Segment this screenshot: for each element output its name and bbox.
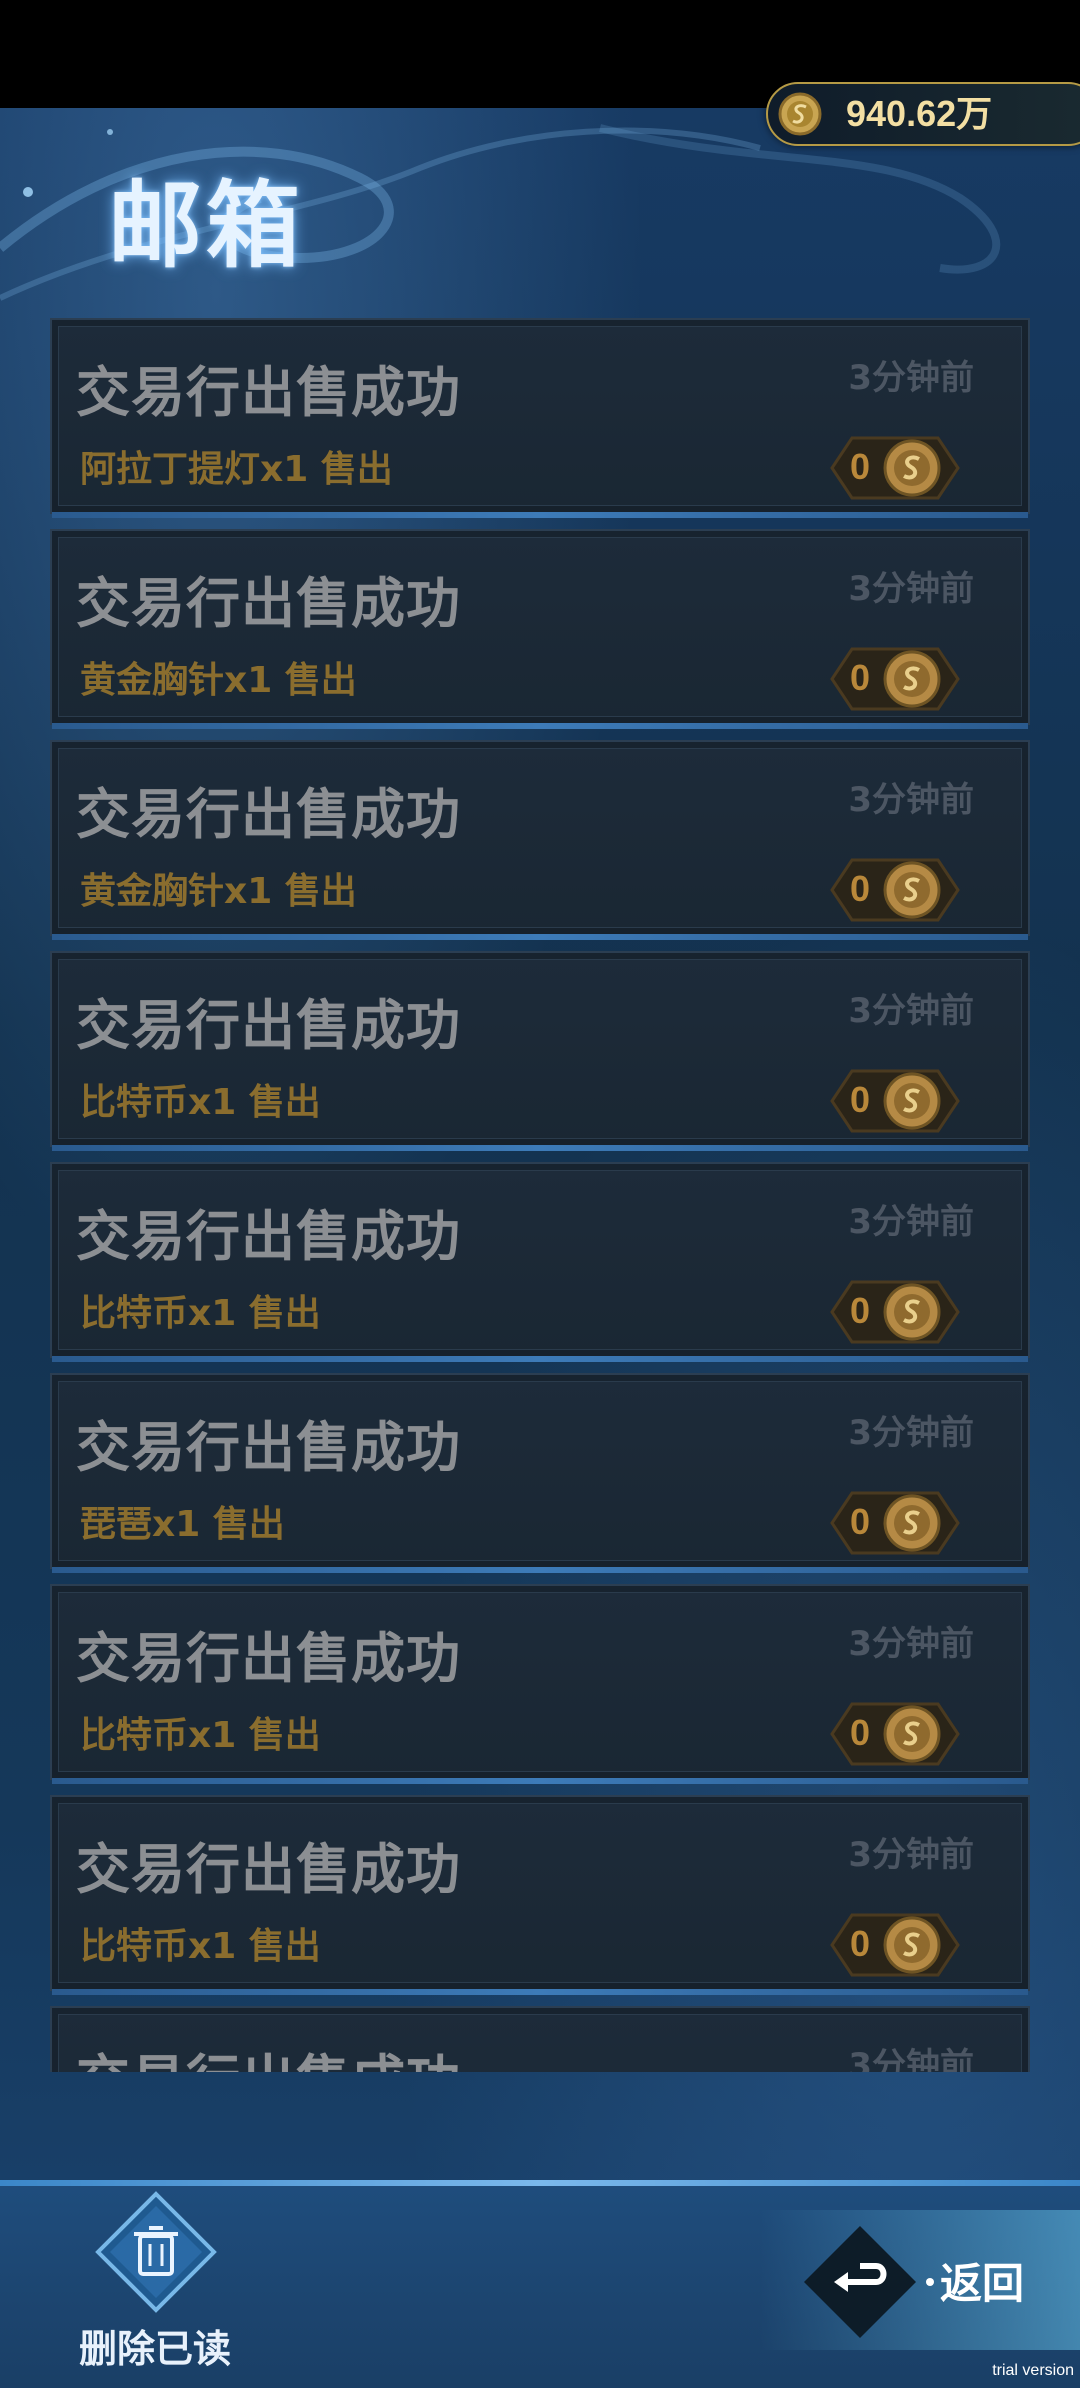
mail-reward: 0 xyxy=(818,1278,966,1346)
reward-amount: 0 xyxy=(850,446,871,487)
mail-item[interactable]: 交易行出售成功 3分钟前 琵琶x1 售出 0 xyxy=(50,1373,1030,1573)
mail-item[interactable]: 交易行出售成功 3分钟前 黄金胸针x1 售出 0 xyxy=(50,740,1030,940)
return-arrow-icon xyxy=(804,2226,916,2338)
delete-read-label: 删除已读 xyxy=(78,2327,231,2371)
mail-detail: 黄金胸针x1 售出 xyxy=(80,660,357,701)
mail-subject: 交易行出售成功 xyxy=(76,994,461,1057)
mail-subject: 交易行出售成功 xyxy=(76,1205,461,1268)
reward-amount: 0 xyxy=(850,1923,871,1964)
mail-reward: 0 xyxy=(818,1489,966,1557)
mail-reward: 0 xyxy=(818,1067,966,1135)
mail-detail: 琵琶x1 售出 xyxy=(80,1504,285,1545)
trial-watermark: trial version xyxy=(992,2362,1074,2379)
mail-subject: 交易行出售成功 xyxy=(76,361,461,424)
reward-amount: 0 xyxy=(850,1501,871,1542)
mail-reward: 0 xyxy=(818,1911,966,1979)
mail-subject: 交易行出售成功 xyxy=(76,1838,461,1901)
reward-badge-icon xyxy=(830,1702,960,1766)
mail-detail: 阿拉丁提灯x1 售出 xyxy=(80,449,393,490)
mail-subject: 交易行出售成功 xyxy=(76,1627,461,1690)
separator-dot xyxy=(926,2278,934,2286)
reward-badge-icon xyxy=(830,647,960,711)
gold-coin-icon xyxy=(778,92,822,136)
mail-item[interactable]: 交易行出售成功 3分钟前 比特币x1 售出 0 xyxy=(50,1584,1030,1784)
mail-subject: 交易行出售成功 xyxy=(76,2036,461,2072)
mail-item[interactable]: 交易行出售成功 3分钟前 阿拉丁提灯x1 售出 0 xyxy=(50,318,1030,518)
mail-subject: 交易行出售成功 xyxy=(76,572,461,635)
mail-time: 3分钟前 xyxy=(848,991,974,1031)
reward-badge-icon xyxy=(830,1280,960,1344)
reward-badge-icon xyxy=(830,1913,960,1977)
reward-amount: 0 xyxy=(850,1712,871,1753)
mail-time: 3分钟前 xyxy=(848,569,974,609)
mail-subject: 交易行出售成功 xyxy=(76,783,461,846)
page-title: 邮箱 xyxy=(108,172,305,281)
mail-time: 3分钟前 xyxy=(848,1413,974,1453)
reward-badge-icon xyxy=(830,858,960,922)
mail-item[interactable]: 交易行出售成功 3分钟前 比特币x1 售出 0 xyxy=(50,1795,1030,1995)
mail-item[interactable]: 交易行出售成功 3分钟前 比特币x1 售出 0 xyxy=(50,951,1030,1151)
mail-list[interactable]: 交易行出售成功 3分钟前 阿拉丁提灯x1 售出 0 交易行出售成功 3分钟前 黄… xyxy=(50,318,1030,2072)
mail-time: 3分钟前 xyxy=(848,2046,974,2072)
mail-detail: 比特币x1 售出 xyxy=(80,1926,321,1967)
mail-item[interactable]: 交易行出售成功 3分钟前 黄金胸针x1 售出 0 xyxy=(50,529,1030,729)
back-label: 返回 xyxy=(940,2259,1025,2308)
mail-detail: 黄金胸针x1 售出 xyxy=(80,871,357,912)
trash-icon xyxy=(95,2191,217,2313)
mail-reward: 0 xyxy=(818,434,966,502)
reward-badge-icon xyxy=(830,1069,960,1133)
mail-time: 3分钟前 xyxy=(848,1202,974,1242)
mail-detail: 比特币x1 售出 xyxy=(80,1082,321,1123)
reward-amount: 0 xyxy=(850,1290,871,1331)
mail-time: 3分钟前 xyxy=(848,358,974,398)
back-button[interactable]: 返回 xyxy=(760,2210,1080,2350)
mail-time: 3分钟前 xyxy=(848,780,974,820)
reward-amount: 0 xyxy=(850,1079,871,1120)
reward-amount: 0 xyxy=(850,657,871,698)
mail-reward: 0 xyxy=(818,1700,966,1768)
mail-detail: 比特币x1 售出 xyxy=(80,1715,321,1756)
currency-amount: 940.62万 xyxy=(846,93,993,134)
mail-subject: 交易行出售成功 xyxy=(76,1416,461,1479)
reward-badge-icon xyxy=(830,436,960,500)
mail-item[interactable]: 交易行出售成功 3分钟前 xyxy=(50,2006,1030,2072)
mail-item[interactable]: 交易行出售成功 3分钟前 比特币x1 售出 0 xyxy=(50,1162,1030,1362)
currency-display: 940.62万 xyxy=(766,82,1080,146)
mail-time: 3分钟前 xyxy=(848,1624,974,1664)
reward-amount: 0 xyxy=(850,868,871,909)
mail-reward: 0 xyxy=(818,645,966,713)
mail-time: 3分钟前 xyxy=(848,1835,974,1875)
reward-badge-icon xyxy=(830,1491,960,1555)
mail-detail: 比特币x1 售出 xyxy=(80,1293,321,1334)
mail-reward: 0 xyxy=(818,856,966,924)
delete-read-button[interactable]: 删除已读 xyxy=(70,2190,240,2380)
